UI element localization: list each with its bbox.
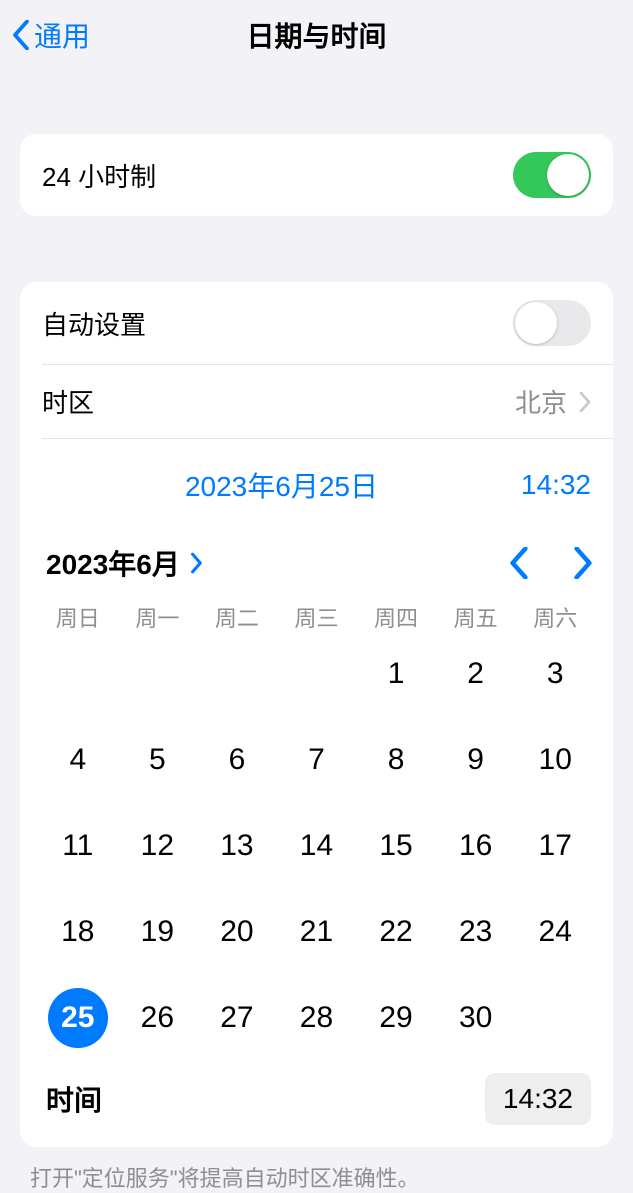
day-cell[interactable]: 16 <box>436 815 516 877</box>
day-cell-empty <box>38 643 118 705</box>
day-cell[interactable]: 28 <box>277 987 357 1049</box>
weekday-label: 周六 <box>515 601 595 633</box>
day-cell[interactable]: 14 <box>277 815 357 877</box>
month-header: 2023年6月 <box>20 525 613 593</box>
auto-set-switch[interactable] <box>513 300 591 346</box>
hour24-switch[interactable] <box>513 152 591 198</box>
day-cell[interactable]: 9 <box>436 729 516 791</box>
summary-date[interactable]: 2023年6月25日 <box>102 465 461 505</box>
back-label: 通用 <box>34 15 90 55</box>
time-label: 时间 <box>46 1079 102 1119</box>
page-title: 日期与时间 <box>0 15 633 55</box>
day-cell[interactable]: 17 <box>515 815 595 877</box>
day-cell[interactable]: 4 <box>38 729 118 791</box>
weekday-label: 周二 <box>197 601 277 633</box>
row-24hour: 24 小时制 <box>20 134 613 216</box>
weekday-label: 周日 <box>38 601 118 633</box>
timezone-label: 时区 <box>42 383 515 420</box>
navbar: 通用 日期与时间 <box>0 0 633 70</box>
day-cell-empty <box>197 643 277 705</box>
day-cell[interactable]: 6 <box>197 729 277 791</box>
calendar-grid: 1234567891011121314151617181920212223242… <box>20 639 613 1059</box>
row-auto-set: 自动设置 <box>20 282 613 364</box>
day-cell[interactable]: 1 <box>356 643 436 705</box>
time-row: 时间 14:32 <box>20 1059 613 1147</box>
group-datetime: 自动设置 时区 北京 2023年6月25日 14:32 2023年6月 周日周一… <box>20 282 613 1147</box>
month-picker[interactable]: 2023年6月 <box>46 543 204 583</box>
summary-time[interactable]: 14:32 <box>521 469 591 501</box>
day-cell[interactable]: 5 <box>118 729 198 791</box>
footer-note: 打开"定位服务"将提高自动时区准确性。 <box>30 1161 603 1193</box>
day-cell[interactable]: 21 <box>277 901 357 963</box>
next-month-button[interactable] <box>573 547 593 579</box>
row-timezone[interactable]: 时区 北京 <box>20 365 613 438</box>
auto-set-label: 自动设置 <box>42 305 513 342</box>
chevron-right-icon <box>190 552 204 574</box>
day-cell[interactable]: 23 <box>436 901 516 963</box>
day-cell[interactable]: 3 <box>515 643 595 705</box>
time-picker[interactable]: 14:32 <box>485 1073 591 1125</box>
day-cell[interactable]: 30 <box>436 987 516 1049</box>
day-cell[interactable]: 25 <box>38 987 118 1049</box>
day-cell[interactable]: 27 <box>197 987 277 1049</box>
weekday-row: 周日周一周二周三周四周五周六 <box>20 593 613 639</box>
day-cell[interactable]: 8 <box>356 729 436 791</box>
day-cell[interactable]: 2 <box>436 643 516 705</box>
group-24hour: 24 小时制 <box>20 134 613 216</box>
day-cell[interactable]: 7 <box>277 729 357 791</box>
chevron-right-icon <box>579 392 591 412</box>
day-cell[interactable]: 24 <box>515 901 595 963</box>
back-button[interactable]: 通用 <box>12 15 90 55</box>
day-cell[interactable]: 11 <box>38 815 118 877</box>
month-label-text: 2023年6月 <box>46 543 180 583</box>
day-cell[interactable]: 10 <box>515 729 595 791</box>
prev-month-button[interactable] <box>509 547 529 579</box>
day-cell[interactable]: 20 <box>197 901 277 963</box>
day-cell-empty <box>277 643 357 705</box>
day-cell[interactable]: 13 <box>197 815 277 877</box>
hour24-label: 24 小时制 <box>42 157 513 194</box>
day-cell[interactable]: 12 <box>118 815 198 877</box>
day-cell[interactable]: 22 <box>356 901 436 963</box>
weekday-label: 周五 <box>436 601 516 633</box>
day-cell[interactable]: 26 <box>118 987 198 1049</box>
day-cell[interactable]: 18 <box>38 901 118 963</box>
chevron-left-icon <box>12 20 30 50</box>
weekday-label: 周一 <box>118 601 198 633</box>
day-cell[interactable]: 29 <box>356 987 436 1049</box>
timezone-value: 北京 <box>515 383 567 420</box>
day-cell-empty <box>118 643 198 705</box>
month-nav <box>509 547 593 579</box>
weekday-label: 周三 <box>277 601 357 633</box>
day-cell[interactable]: 19 <box>118 901 198 963</box>
weekday-label: 周四 <box>356 601 436 633</box>
day-cell[interactable]: 15 <box>356 815 436 877</box>
date-time-summary: 2023年6月25日 14:32 <box>20 439 613 525</box>
